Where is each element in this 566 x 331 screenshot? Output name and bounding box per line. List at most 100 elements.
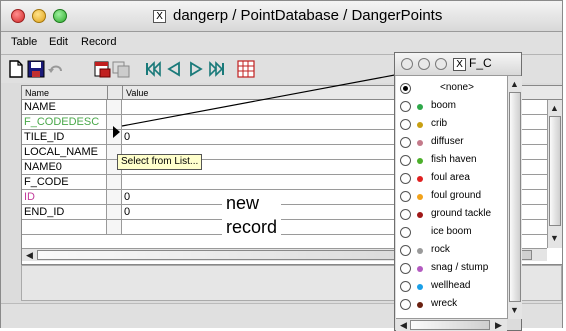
color-swatch-icon — [417, 284, 423, 290]
radio-button[interactable] — [400, 245, 411, 256]
radio-button[interactable] — [400, 227, 411, 238]
zoom-window-icon[interactable] — [53, 9, 67, 23]
minimize-window-icon[interactable] — [32, 9, 46, 23]
option-label: wellhead — [431, 280, 471, 291]
table-view-icon[interactable] — [237, 60, 255, 78]
option-item[interactable]: rock — [396, 242, 508, 259]
select-list-arrow-icon[interactable] — [111, 125, 123, 139]
grid-scroll-thumb[interactable] — [549, 116, 561, 226]
radio-button[interactable] — [400, 83, 411, 94]
field-name-cell[interactable]: NAME — [22, 100, 107, 115]
radio-button[interactable] — [400, 209, 411, 220]
menu-record[interactable]: Record — [81, 36, 116, 48]
radio-button[interactable] — [400, 137, 411, 148]
option-item[interactable]: boom — [396, 98, 508, 115]
option-item[interactable]: snag / stump — [396, 260, 508, 277]
last-record-icon[interactable] — [208, 60, 226, 78]
popup-title: F_C — [469, 56, 492, 70]
radio-button[interactable] — [400, 119, 411, 130]
option-item[interactable]: wreck — [396, 296, 508, 313]
option-item[interactable]: wellhead — [396, 278, 508, 295]
save-icon[interactable] — [27, 60, 45, 78]
field-name-cell[interactable]: F_CODE — [22, 175, 107, 190]
color-swatch-icon — [417, 176, 423, 182]
annotation-line-1: new — [226, 193, 260, 213]
copy-record-icon[interactable] — [112, 60, 130, 78]
grid-vertical-scrollbar[interactable]: ▲ ▼ — [547, 100, 562, 248]
scroll-down-icon[interactable]: ▼ — [548, 232, 561, 244]
field-picker-cell[interactable] — [107, 100, 122, 115]
popup-title-bar[interactable]: X F_C — [395, 53, 521, 76]
field-picker-cell[interactable] — [107, 175, 122, 190]
option-label: fish haven — [431, 154, 477, 165]
scroll-left-icon[interactable]: ◀ — [23, 249, 36, 261]
close-window-icon[interactable] — [11, 9, 25, 23]
color-swatch-icon — [417, 122, 423, 128]
new-record-icon[interactable] — [7, 60, 25, 78]
popup-hscroll-thumb[interactable] — [410, 320, 490, 330]
radio-button[interactable] — [400, 281, 411, 292]
option-item[interactable]: ground tackle — [396, 206, 508, 223]
color-swatch-icon — [417, 248, 423, 254]
popup-scroll-left-icon[interactable]: ◀ — [397, 319, 410, 331]
option-label: boom — [431, 100, 457, 111]
column-header-name[interactable]: Name — [22, 86, 107, 100]
popup-minimize-icon[interactable] — [418, 58, 430, 70]
empty-grid-cell — [107, 220, 122, 235]
radio-button[interactable] — [400, 101, 411, 112]
title-bar[interactable]: X dangerp / PointDatabase / DangerPoints — [1, 1, 562, 32]
popup-vertical-scrollbar[interactable]: ▲ ▼ — [507, 76, 522, 319]
radio-button[interactable] — [400, 191, 411, 202]
option-item[interactable]: crib — [396, 116, 508, 133]
field-name-cell[interactable]: TILE_ID — [22, 130, 107, 145]
option-item[interactable]: <none> — [396, 80, 508, 97]
popup-close-icon[interactable] — [401, 58, 413, 70]
option-item[interactable]: foul ground — [396, 188, 508, 205]
previous-record-icon[interactable] — [165, 60, 183, 78]
option-label: diffuser — [431, 136, 464, 147]
popup-scroll-thumb[interactable] — [509, 92, 521, 302]
radio-button[interactable] — [400, 173, 411, 184]
popup-horizontal-scrollbar[interactable]: ◀ ▶ — [396, 318, 507, 331]
color-swatch-icon — [417, 212, 423, 218]
popup-scroll-down-icon[interactable]: ▼ — [508, 304, 521, 316]
color-swatch-icon — [417, 104, 423, 110]
select-from-list-tooltip: Select from List... — [117, 154, 203, 170]
field-name-cell[interactable]: NAME0 — [22, 160, 107, 175]
delete-record-icon[interactable] — [93, 60, 111, 78]
window-title: dangerp / PointDatabase / DangerPoints — [173, 7, 443, 24]
undo-icon[interactable] — [47, 60, 65, 78]
field-picker-cell[interactable] — [107, 190, 122, 205]
option-item[interactable]: ice boom — [396, 224, 508, 241]
radio-button[interactable] — [400, 299, 411, 310]
popup-scroll-right-icon[interactable]: ▶ — [492, 319, 505, 331]
popup-zoom-icon[interactable] — [435, 58, 447, 70]
menu-table[interactable]: Table — [11, 36, 37, 48]
color-swatch-icon — [417, 194, 423, 200]
field-picker-cell[interactable] — [107, 205, 122, 220]
field-name-cell[interactable]: ID — [22, 190, 107, 205]
annotation-line-2: record — [226, 217, 278, 237]
option-label: wreck — [431, 298, 458, 309]
next-record-icon[interactable] — [187, 60, 205, 78]
menu-edit[interactable]: Edit — [49, 36, 68, 48]
column-header-blank — [107, 86, 122, 100]
color-swatch-icon — [417, 140, 423, 146]
field-name-cell[interactable]: LOCAL_NAME — [22, 145, 107, 160]
radio-button[interactable] — [400, 263, 411, 274]
option-item[interactable]: foul area — [396, 170, 508, 187]
first-record-icon[interactable] — [144, 60, 162, 78]
field-name-cell[interactable]: END_ID — [22, 205, 107, 220]
field-name-cell[interactable]: F_CODEDESC — [22, 115, 107, 130]
option-label: rock — [431, 244, 450, 255]
option-label: foul area — [431, 172, 470, 183]
option-item[interactable]: fish haven — [396, 152, 508, 169]
radio-button[interactable] — [400, 155, 411, 166]
scroll-up-icon[interactable]: ▲ — [548, 102, 561, 114]
option-label: snag / stump — [431, 262, 489, 273]
popup-scroll-up-icon[interactable]: ▲ — [508, 78, 521, 90]
color-swatch-icon — [417, 266, 423, 272]
option-label: ice boom — [431, 226, 472, 237]
popup-x11-icon: X — [453, 58, 466, 71]
option-item[interactable]: diffuser — [396, 134, 508, 151]
